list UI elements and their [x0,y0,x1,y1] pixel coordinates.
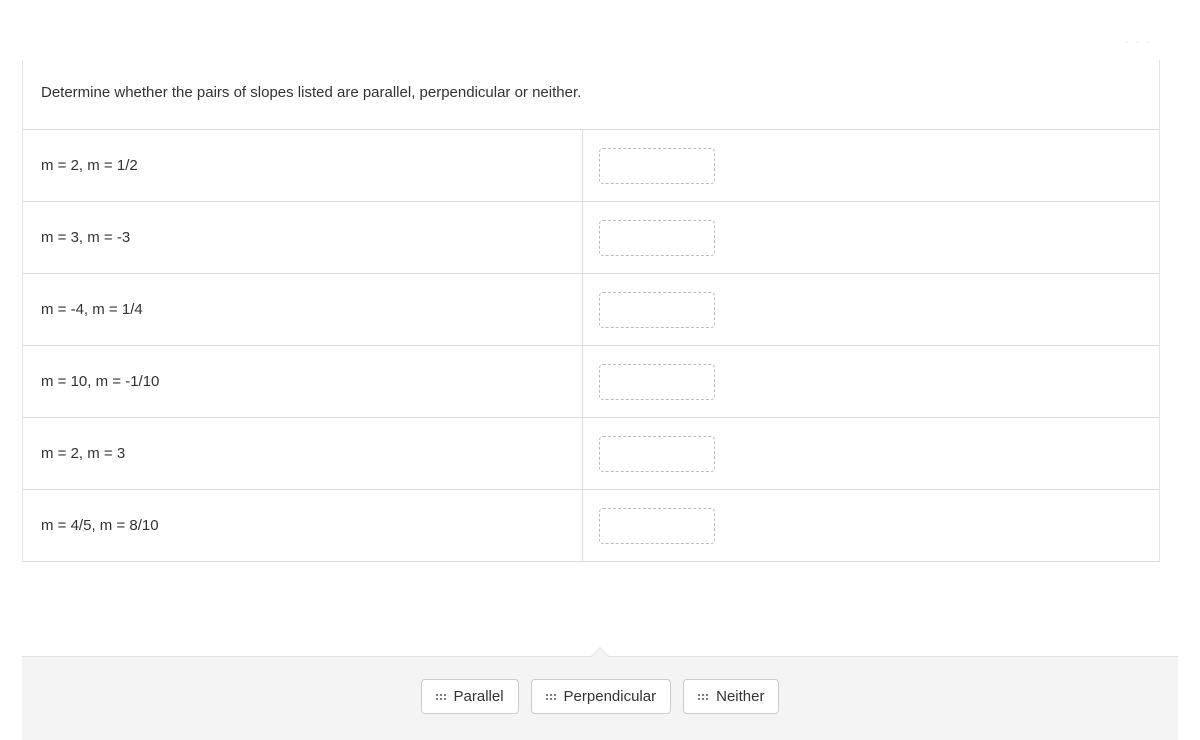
match-row: m = 2, m = 3 [23,418,1159,490]
match-row: m = 10, m = -1/10 [23,346,1159,418]
answer-tile-perpendicular[interactable]: Perpendicular [531,679,672,714]
drag-handle-icon [698,694,708,700]
row-label: m = 2, m = 3 [23,418,583,489]
answer-tray: Parallel Perpendicular Neither [22,657,1178,740]
match-row: m = 3, m = -3 [23,202,1159,274]
tile-label: Parallel [454,688,504,705]
decorative-dots: · · · [1125,36,1152,48]
tray-caret-icon [591,648,609,657]
question-prompt: Determine whether the pairs of slopes li… [23,60,1159,129]
row-label: m = 10, m = -1/10 [23,346,583,417]
answer-tile-parallel[interactable]: Parallel [421,679,519,714]
row-label: m = 2, m = 1/2 [23,130,583,201]
row-drop-cell [583,418,1159,489]
drop-target[interactable] [599,220,715,256]
row-drop-cell [583,346,1159,417]
answer-tray-wrap: Parallel Perpendicular Neither [0,656,1200,740]
page: · · · Determine whether the pairs of slo… [0,0,1200,740]
drop-target[interactable] [599,436,715,472]
drop-target[interactable] [599,292,715,328]
row-label: m = 4/5, m = 8/10 [23,490,583,561]
match-rows: m = 2, m = 1/2 m = 3, m = -3 m = -4, m =… [23,129,1159,562]
row-drop-cell [583,202,1159,273]
drop-target[interactable] [599,508,715,544]
row-label: m = -4, m = 1/4 [23,274,583,345]
question-sheet: Determine whether the pairs of slopes li… [22,60,1160,562]
drag-handle-icon [546,694,556,700]
row-label: m = 3, m = -3 [23,202,583,273]
match-row: m = 4/5, m = 8/10 [23,490,1159,562]
match-row: m = 2, m = 1/2 [23,130,1159,202]
row-drop-cell [583,274,1159,345]
row-drop-cell [583,130,1159,201]
row-drop-cell [583,490,1159,561]
answer-tile-neither[interactable]: Neither [683,679,779,714]
drag-handle-icon [436,694,446,700]
tile-label: Neither [716,688,764,705]
drop-target[interactable] [599,148,715,184]
drop-target[interactable] [599,364,715,400]
tile-label: Perpendicular [564,688,657,705]
match-row: m = -4, m = 1/4 [23,274,1159,346]
